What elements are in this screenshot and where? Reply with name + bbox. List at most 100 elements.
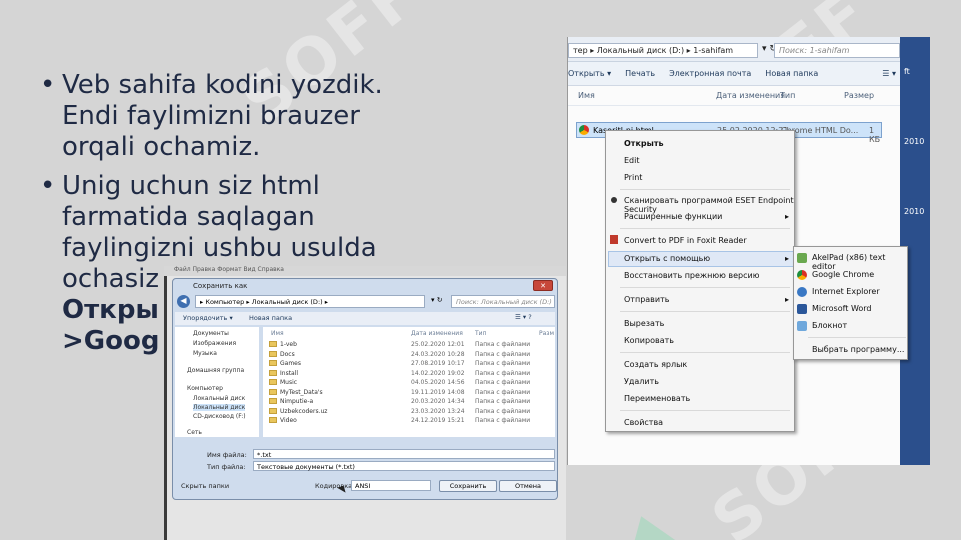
save-as-dialog-screenshot: Файл Правка Формат Вид Справка Сохранить… bbox=[164, 266, 566, 540]
col-name[interactable]: Имя bbox=[578, 91, 595, 100]
side-label: 2010 bbox=[904, 137, 925, 146]
menu-create-shortcut[interactable]: Создать ярлык bbox=[624, 360, 687, 369]
menu-edit[interactable]: Edit bbox=[624, 156, 640, 165]
organize-button[interactable]: Упорядочить ▾ bbox=[183, 314, 233, 322]
open-with-akelpad[interactable]: AkelPad (x86) text editor bbox=[812, 253, 907, 271]
explorer-search-input[interactable]: Поиск: 1-sahifam bbox=[774, 43, 900, 58]
context-menu: Открыть Edit Print Сканировать программо… bbox=[605, 130, 795, 432]
encoding-select[interactable]: ANSI bbox=[351, 480, 431, 491]
cancel-button[interactable]: Отмена bbox=[499, 480, 557, 492]
back-icon[interactable]: ◀ bbox=[177, 295, 190, 308]
col-size[interactable]: Разм bbox=[539, 330, 554, 337]
folder-row[interactable]: Uzbekcoders.uz 23.03.2020 13:24 Папка с фа… bbox=[263, 407, 555, 417]
menu-convert-pdf[interactable]: Convert to PDF in Foxit Reader bbox=[624, 236, 747, 245]
hide-folders-button[interactable]: Скрыть папки bbox=[181, 482, 229, 490]
folder-date: 24.03.2020 10:28 bbox=[411, 350, 465, 358]
folder-date: 14.02.2020 19:02 bbox=[411, 369, 465, 377]
folder-date: 27.08.2019 10:17 bbox=[411, 360, 465, 367]
menu-restore[interactable]: Восстановить прежнюю версию bbox=[624, 271, 759, 280]
dialog-search-input[interactable]: Поиск: Локальный диск (D:) bbox=[451, 295, 555, 308]
col-date[interactable]: Дата изменения bbox=[411, 330, 463, 337]
folder-row[interactable]: Games 27.08.2019 10:17 Папка с файлами bbox=[263, 360, 555, 369]
open-with-chrome[interactable]: Google Chrome bbox=[812, 270, 874, 279]
toolbar-print[interactable]: Печать bbox=[625, 69, 655, 78]
menu-delete[interactable]: Удалить bbox=[624, 377, 659, 386]
menu-properties[interactable]: Свойства bbox=[624, 418, 663, 427]
dialog-title-text: Сохранить как bbox=[193, 282, 248, 290]
folder-row[interactable]: MyTest_Data's 19.11.2019 14:08 Папка с фай… bbox=[263, 388, 555, 398]
folder-row[interactable]: Music 04.05.2020 14:56 Папка с файлами bbox=[263, 379, 555, 388]
tree-item[interactable]: CD-дисковод (F:) bbox=[193, 413, 246, 420]
tree-item[interactable]: Домашняя группа bbox=[187, 367, 244, 374]
menu-send-to[interactable]: Отправить bbox=[624, 295, 669, 304]
folder-type: Папка с файлами bbox=[475, 341, 531, 348]
col-type[interactable]: Тип bbox=[780, 91, 795, 100]
toolbar-new-folder[interactable]: Новая папка bbox=[765, 69, 818, 78]
col-size[interactable]: Размер bbox=[844, 91, 874, 100]
menu-open-with[interactable]: Открыть с помощью bbox=[624, 254, 710, 263]
akelpad-icon bbox=[797, 253, 807, 263]
toolbar-email[interactable]: Электронная почта bbox=[669, 69, 751, 78]
menu-advanced[interactable]: Расширенные функции bbox=[624, 212, 722, 221]
filename-input[interactable]: *.txt bbox=[253, 449, 555, 459]
col-date[interactable]: Дата изменения bbox=[716, 91, 785, 100]
folder-icon bbox=[269, 379, 277, 385]
col-type[interactable]: Тип bbox=[475, 330, 487, 337]
choose-program[interactable]: Выбрать программу... bbox=[812, 345, 904, 354]
view-icon[interactable]: ☰ ▾ ? bbox=[515, 313, 532, 321]
chrome-icon bbox=[797, 270, 807, 280]
folder-row[interactable]: Nimputie-a 20.03.2020 14:34 Папка с файлам… bbox=[263, 398, 555, 407]
menu-open[interactable]: Открыть bbox=[624, 139, 664, 148]
folder-row[interactable]: Install 14.02.2020 19:02 Папка с файлами bbox=[263, 369, 555, 379]
internet-explorer-icon bbox=[797, 287, 807, 297]
tree-item[interactable]: Сеть bbox=[187, 429, 202, 436]
new-folder-button[interactable]: Новая папка bbox=[249, 314, 292, 322]
dialog-title: Сохранить как ✕ bbox=[173, 279, 557, 293]
folder-icon bbox=[269, 350, 277, 357]
folder-type: Папка с файлами bbox=[475, 388, 531, 396]
side-label: ft bbox=[904, 67, 910, 76]
menu-print[interactable]: Print bbox=[624, 173, 642, 182]
open-with-ie[interactable]: Internet Explorer bbox=[812, 287, 880, 296]
refresh-icon[interactable]: ▾ ↻ bbox=[431, 296, 443, 304]
filetype-label: Тип файла: bbox=[207, 463, 246, 471]
tree-item[interactable]: Документы bbox=[193, 330, 229, 337]
folder-row[interactable]: Docs 24.03.2020 10:28 Папка с файлами bbox=[263, 350, 555, 360]
menu-cut[interactable]: Вырезать bbox=[624, 319, 664, 328]
tree-item[interactable]: Изображения bbox=[193, 340, 236, 347]
filetype-select[interactable]: Текстовые документы (*.txt) bbox=[253, 461, 555, 471]
filename-label: Имя файла: bbox=[207, 451, 247, 459]
col-name[interactable]: Имя bbox=[271, 330, 284, 337]
menu-copy[interactable]: Копировать bbox=[624, 336, 674, 345]
folder-type: Папка с файлами bbox=[475, 398, 531, 405]
chrome-file-icon bbox=[579, 125, 589, 135]
dialog-path[interactable]: ▸ Компьютер ▸ Локальный диск (D:) ▸ bbox=[195, 295, 425, 308]
folder-icon bbox=[269, 417, 277, 423]
word-icon bbox=[797, 304, 807, 314]
explorer-toolbar: Открыть ▾ Печать Электронная почта Новая… bbox=[568, 62, 930, 86]
watermark-logo-icon bbox=[614, 506, 682, 540]
explorer-columns: Имя Дата изменения Тип Размер bbox=[568, 86, 930, 106]
view-icon[interactable]: ☰ ▾ bbox=[882, 69, 896, 78]
file-size: 1 КБ bbox=[869, 126, 881, 144]
folder-type: Папка с файлами bbox=[475, 407, 531, 415]
open-with-notepad[interactable]: Блокнот bbox=[812, 321, 847, 330]
menu-rename[interactable]: Переименовать bbox=[624, 394, 690, 403]
folder-row[interactable]: Video 24.12.2019 15:21 Папка с файлами bbox=[263, 417, 555, 426]
folder-date: 19.11.2019 14:08 bbox=[411, 388, 465, 396]
explorer-path[interactable]: тер ▸ Локальный диск (D:) ▸ 1-sahifam bbox=[568, 43, 758, 58]
folder-list: Имя Дата изменения Тип Разм 1-veb 25.02.2… bbox=[263, 327, 555, 437]
notepad-menubar: Файл Правка Формат Вид Справка bbox=[164, 266, 566, 276]
folder-type: Папка с файлами bbox=[475, 379, 531, 386]
close-button[interactable]: ✕ bbox=[533, 280, 553, 291]
tree-item[interactable]: Музыка bbox=[193, 350, 217, 357]
folder-icon bbox=[269, 360, 277, 366]
open-with-word[interactable]: Microsoft Word bbox=[812, 304, 872, 313]
tree-item[interactable]: Компьютер bbox=[187, 385, 223, 392]
toolbar-open[interactable]: Открыть ▾ bbox=[568, 69, 611, 78]
folder-row[interactable]: 1-veb 25.02.2020 12:01 Папка с файлами bbox=[263, 341, 555, 350]
folder-date: 20.03.2020 14:34 bbox=[411, 398, 465, 405]
tree-item-selected[interactable]: Локальный диск bbox=[193, 404, 246, 411]
tree-item[interactable]: Локальный диск bbox=[193, 395, 245, 402]
save-button[interactable]: Сохранить bbox=[439, 480, 497, 492]
